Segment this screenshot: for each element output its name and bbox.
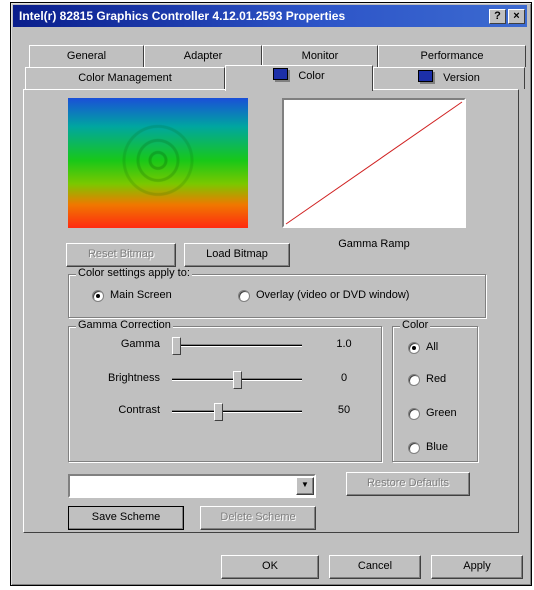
red-channel-label[interactable]: Red (426, 373, 446, 385)
tab-color[interactable]: Color (225, 65, 373, 91)
overlay-label[interactable]: Overlay (video or DVD window) (256, 289, 409, 301)
scheme-combo[interactable]: ▼ (68, 474, 316, 498)
tab-version-label: Version (443, 72, 480, 84)
tab-color-label: Color (298, 70, 325, 82)
all-channel-radio[interactable] (408, 342, 420, 354)
gamma-ramp-label: Gamma Ramp (338, 238, 410, 250)
help-button[interactable]: ? (489, 9, 506, 24)
contrast-value: 50 (337, 404, 351, 416)
brightness-slider-label: Brightness (108, 372, 160, 384)
main-screen-label[interactable]: Main Screen (110, 289, 172, 301)
main-screen-radio[interactable] (92, 290, 104, 302)
blue-channel-radio[interactable] (408, 442, 420, 454)
reset-bitmap-button[interactable]: Reset Bitmap (66, 243, 176, 267)
gamma-slider-label: Gamma (120, 338, 160, 350)
color-settings-group-label: Color settings apply to: (76, 267, 192, 279)
contrast-slider-thumb[interactable] (214, 403, 223, 421)
gamma-value: 1.0 (336, 338, 352, 350)
monitor-icon (273, 68, 289, 80)
save-scheme-button[interactable]: Save Scheme (68, 506, 184, 530)
color-tab-panel: Gamma Ramp Reset Bitmap Load Bitmap Colo… (23, 89, 519, 533)
gamma-slider-track[interactable] (172, 344, 302, 347)
monitor-icon (418, 70, 434, 82)
properties-dialog: Intel(r) 82815 Graphics Controller 4.12.… (10, 2, 532, 586)
brightness-slider-thumb[interactable] (233, 371, 242, 389)
tab-performance[interactable]: Performance (378, 45, 526, 67)
title-bar[interactable]: Intel(r) 82815 Graphics Controller 4.12.… (13, 5, 527, 27)
blue-channel-label[interactable]: Blue (426, 441, 448, 453)
load-bitmap-button[interactable]: Load Bitmap (184, 243, 290, 267)
chevron-down-icon: ▼ (301, 480, 309, 489)
green-channel-label[interactable]: Green (426, 407, 457, 419)
color-channel-group-label: Color (400, 319, 431, 331)
green-channel-radio[interactable] (408, 408, 420, 420)
contrast-slider-label: Contrast (118, 404, 160, 416)
red-channel-radio[interactable] (408, 374, 420, 386)
contrast-slider-track[interactable] (172, 410, 302, 413)
brightness-value: 0 (340, 372, 348, 384)
apply-button[interactable]: Apply (431, 555, 523, 579)
tab-color-management[interactable]: Color Management (25, 67, 225, 89)
close-button[interactable]: × (508, 9, 525, 24)
overlay-radio[interactable] (238, 290, 250, 302)
ok-button[interactable]: OK (221, 555, 319, 579)
delete-scheme-button[interactable]: Delete Scheme (200, 506, 316, 530)
gamma-ramp-line (285, 101, 463, 225)
scheme-dropdown-button[interactable]: ▼ (296, 477, 314, 495)
tab-adapter[interactable]: Adapter (144, 45, 262, 67)
tab-version[interactable]: Version (373, 67, 525, 89)
tab-general[interactable]: General (29, 45, 144, 67)
gamma-slider-thumb[interactable] (172, 337, 181, 355)
restore-defaults-button[interactable]: Restore Defaults (346, 472, 470, 496)
color-preview-bitmap (68, 98, 248, 228)
cancel-button[interactable]: Cancel (329, 555, 421, 579)
all-channel-label[interactable]: All (426, 341, 438, 353)
window-title: Intel(r) 82815 Graphics Controller 4.12.… (19, 9, 346, 23)
tab-monitor[interactable]: Monitor (262, 45, 378, 67)
gamma-correction-group-label: Gamma Correction (76, 319, 173, 331)
gamma-ramp-graph (282, 98, 466, 228)
